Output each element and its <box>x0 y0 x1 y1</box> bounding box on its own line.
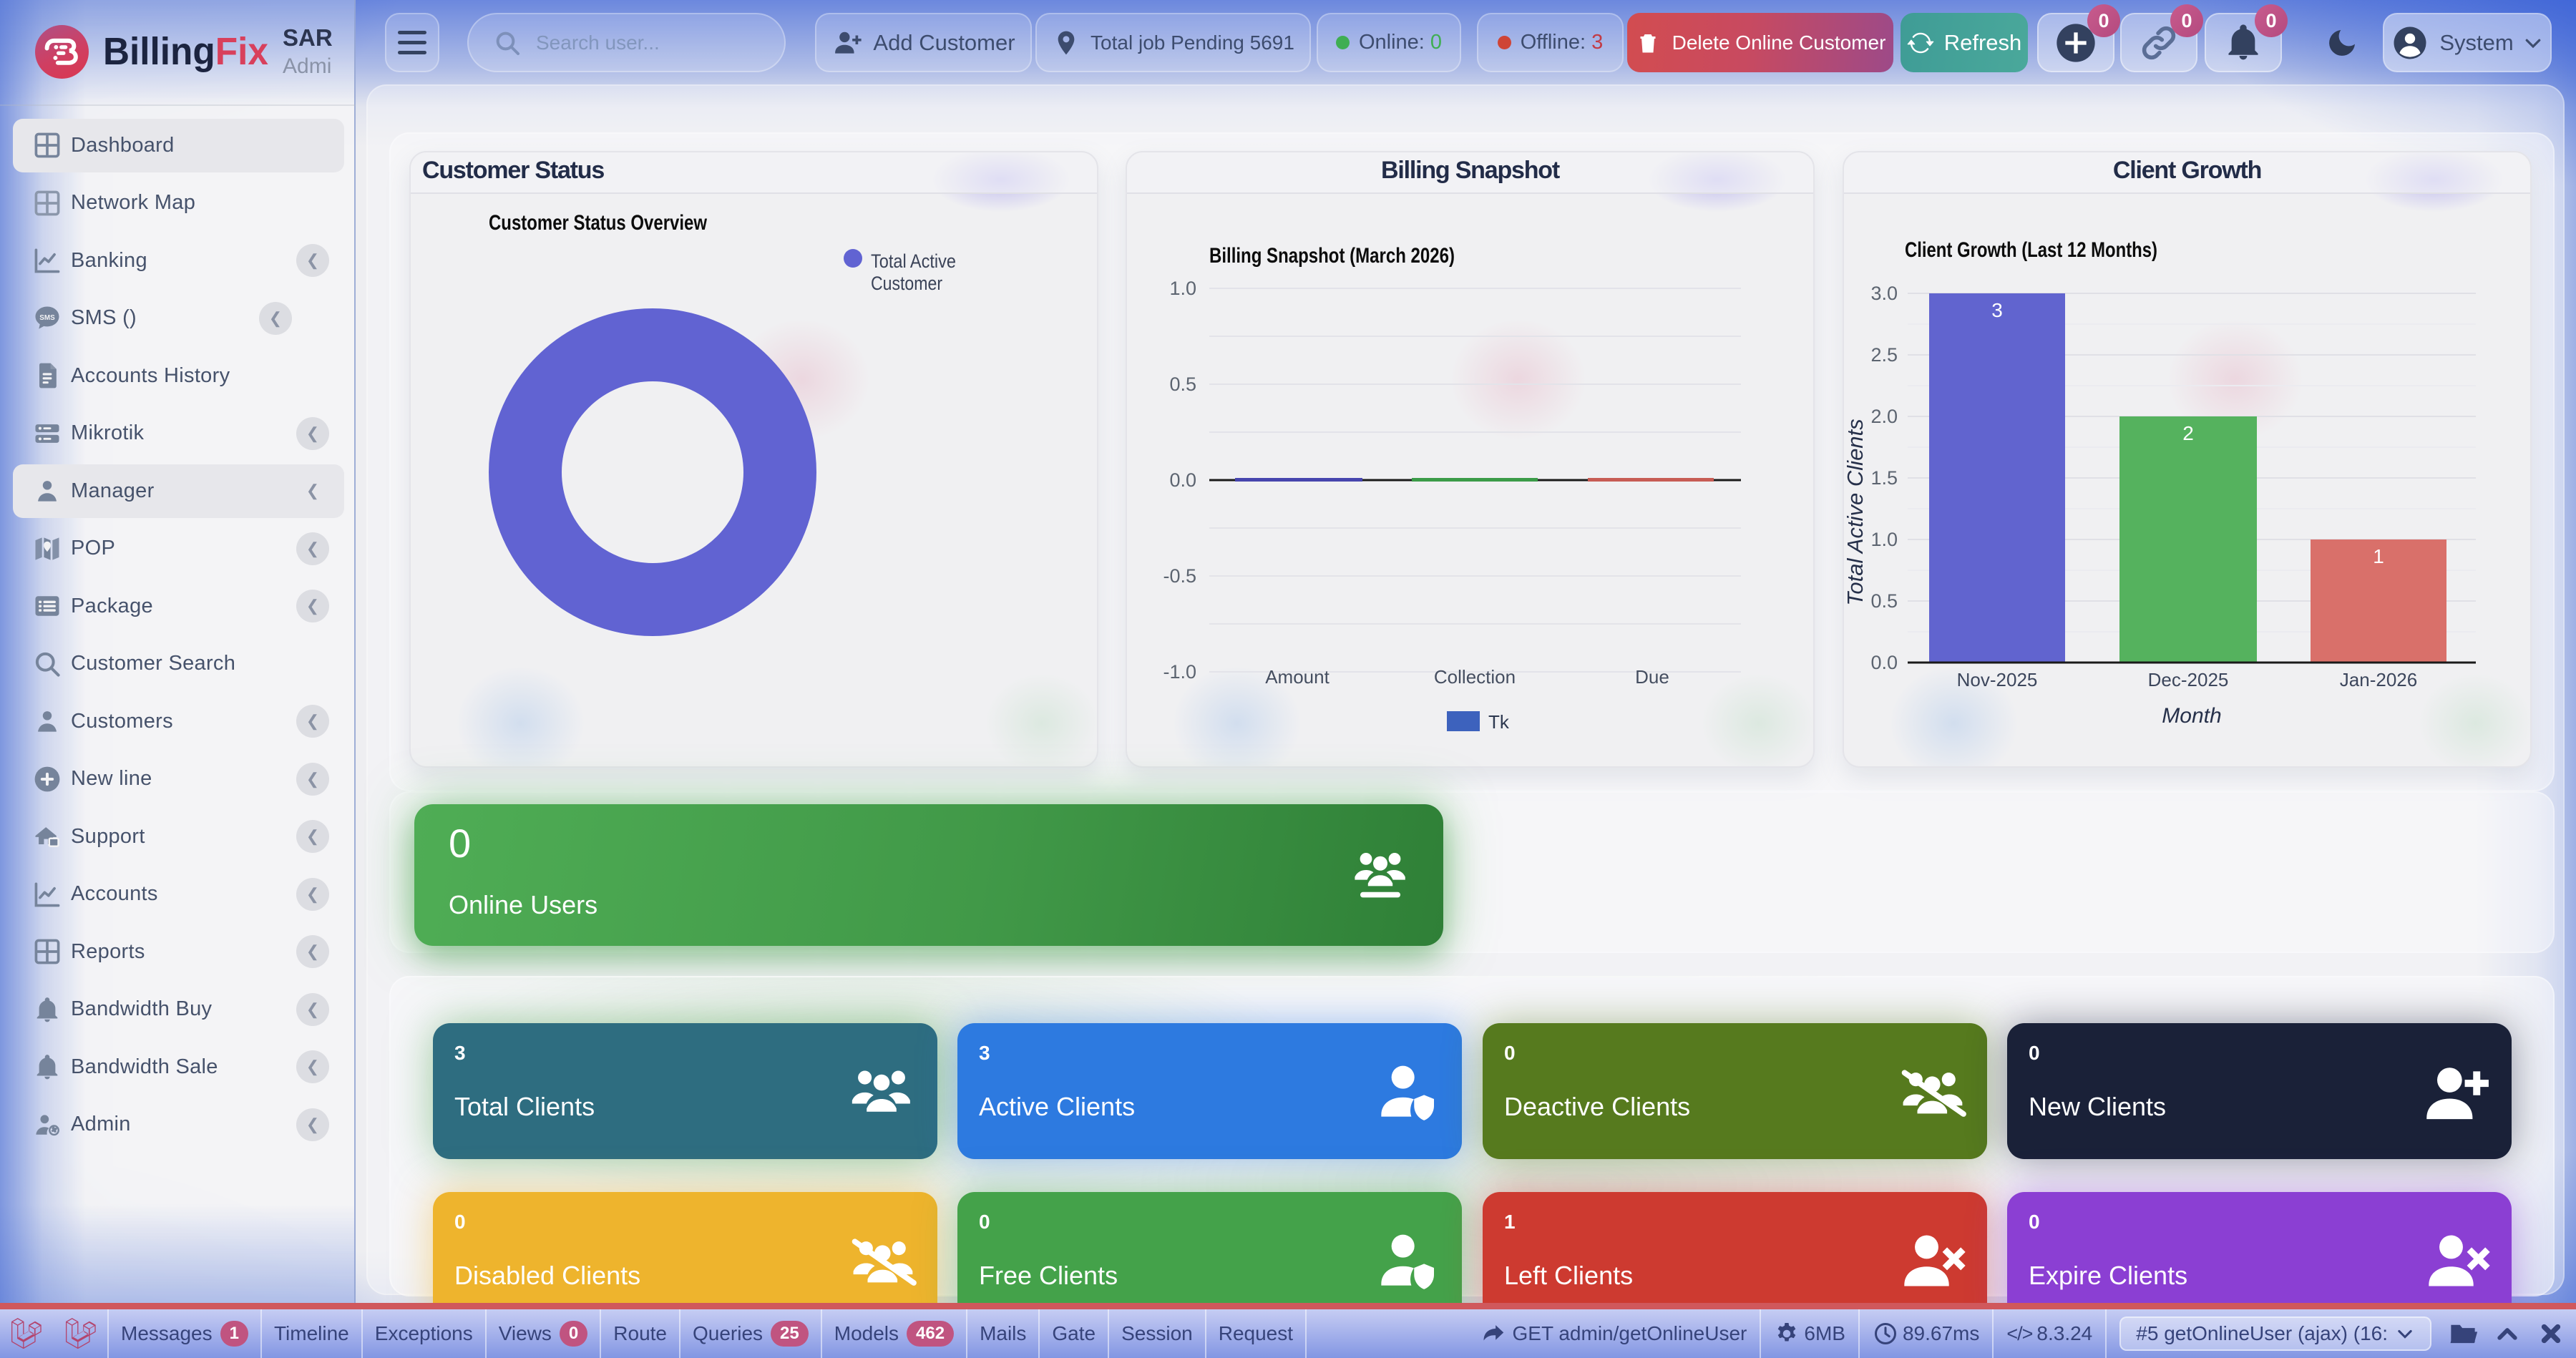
svg-text:Due: Due <box>1635 666 1669 688</box>
svg-text:Collection: Collection <box>1434 666 1516 688</box>
svg-text:-0.5: -0.5 <box>1163 565 1196 587</box>
svg-text:Jan-2026: Jan-2026 <box>2340 669 2417 690</box>
svg-text:3: 3 <box>1991 299 2003 321</box>
svg-text:3.0: 3.0 <box>1870 283 1898 304</box>
svg-text:Month: Month <box>2162 704 2221 728</box>
svg-text:0.5: 0.5 <box>1870 590 1898 612</box>
svg-text:Tk: Tk <box>1488 711 1510 733</box>
svg-text:Customer Status Overview: Customer Status Overview <box>489 211 708 235</box>
svg-text:Nov-2025: Nov-2025 <box>1957 669 2038 690</box>
svg-text:2: 2 <box>2182 422 2194 444</box>
svg-text:1.5: 1.5 <box>1870 467 1898 489</box>
svg-text:2.0: 2.0 <box>1870 406 1898 427</box>
svg-text:0.0: 0.0 <box>1870 652 1898 673</box>
svg-text:1.0: 1.0 <box>1169 278 1196 299</box>
svg-text:1.0: 1.0 <box>1870 529 1898 550</box>
svg-text:SMS: SMS <box>39 314 55 322</box>
svg-text:Client Growth (Last 12 Months): Client Growth (Last 12 Months) <box>1905 238 2157 262</box>
svg-text:0.5: 0.5 <box>1169 373 1196 395</box>
svg-text:Amount: Amount <box>1265 666 1330 688</box>
svg-text:Dec-2025: Dec-2025 <box>2148 669 2229 690</box>
svg-text:0.0: 0.0 <box>1169 469 1196 491</box>
svg-text:Total Active Clients: Total Active Clients <box>1844 419 1868 605</box>
svg-text:1: 1 <box>2373 545 2384 567</box>
svg-text:Billing Snapshot (March 2026): Billing Snapshot (March 2026) <box>1209 244 1455 268</box>
svg-text:Customer: Customer <box>871 273 942 294</box>
svg-text:Total Active: Total Active <box>871 250 956 272</box>
svg-text:2.5: 2.5 <box>1870 344 1898 366</box>
svg-text:-1.0: -1.0 <box>1163 661 1196 683</box>
